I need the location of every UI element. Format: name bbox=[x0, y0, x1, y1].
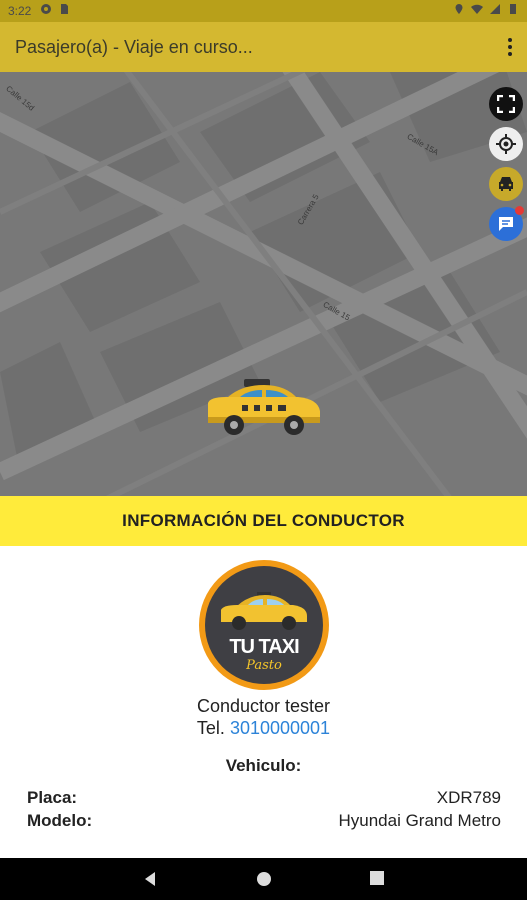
driver-name: Conductor tester bbox=[196, 696, 331, 716]
app-bar: Pasajero(a) - Viaje en curso... bbox=[0, 22, 527, 72]
back-icon[interactable] bbox=[142, 871, 158, 887]
signal-icon bbox=[490, 4, 500, 14]
driver-info-panel: TU TAXI Pasto Conductor tester Tel. 3010… bbox=[0, 546, 527, 858]
vehicle-title: Vehiculo: bbox=[225, 756, 302, 775]
car-icon bbox=[499, 177, 513, 191]
location-status-icon bbox=[455, 4, 463, 14]
status-time: 3:22 bbox=[8, 4, 32, 18]
driver-phone: Tel. 3010000001 bbox=[0, 718, 527, 739]
logo-subtitle: Pasto bbox=[246, 658, 282, 673]
driver-info-header: INFORMACIÓN DEL CONDUCTOR bbox=[0, 496, 527, 546]
plate-label: Placa: bbox=[27, 788, 78, 807]
phone-label: Tel. bbox=[196, 718, 225, 738]
my-location-button[interactable] bbox=[489, 127, 523, 161]
logo-title: TU TAXI bbox=[229, 636, 299, 658]
sd-card-icon bbox=[61, 4, 68, 14]
model-value: Hyundai Grand Metro bbox=[338, 811, 501, 830]
wifi-icon bbox=[471, 4, 483, 14]
notification-dot bbox=[515, 206, 524, 215]
overflow-menu-icon[interactable] bbox=[505, 36, 515, 58]
fullscreen-icon bbox=[497, 95, 515, 113]
model-label: Modelo: bbox=[27, 811, 93, 830]
my-location-icon bbox=[496, 134, 516, 154]
taxi-logo-icon bbox=[221, 592, 307, 630]
map-view[interactable]: Calle 15d Calle 15A Carrera 5 Calle 15 bbox=[0, 72, 527, 496]
driver-avatar: TU TAXI Pasto bbox=[199, 560, 329, 690]
home-icon[interactable] bbox=[256, 871, 272, 887]
chat-icon bbox=[499, 217, 513, 231]
recents-icon[interactable] bbox=[370, 871, 384, 885]
taxi-marker-icon[interactable] bbox=[206, 377, 322, 439]
page-title: Pasajero(a) - Viaje en curso... bbox=[15, 37, 253, 57]
phone-link[interactable]: 3010000001 bbox=[230, 718, 330, 738]
status-bar: 3:22 bbox=[0, 0, 527, 22]
battery-icon bbox=[510, 4, 516, 14]
plate-value: XDR789 bbox=[436, 788, 501, 807]
driver-info-title: INFORMACIÓN DEL CONDUCTOR bbox=[122, 511, 405, 530]
fullscreen-button[interactable] bbox=[489, 87, 523, 121]
chat-button[interactable] bbox=[489, 206, 524, 241]
system-nav-bar bbox=[0, 858, 527, 900]
sync-icon bbox=[41, 4, 51, 14]
driver-car-button[interactable] bbox=[489, 167, 523, 201]
